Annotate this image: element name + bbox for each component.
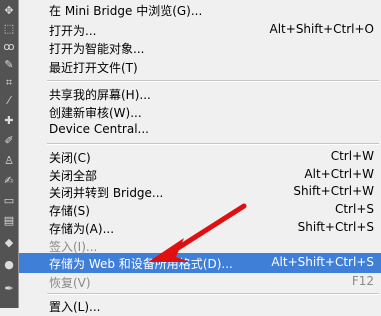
red-arrow-annotation-icon [148, 203, 247, 262]
